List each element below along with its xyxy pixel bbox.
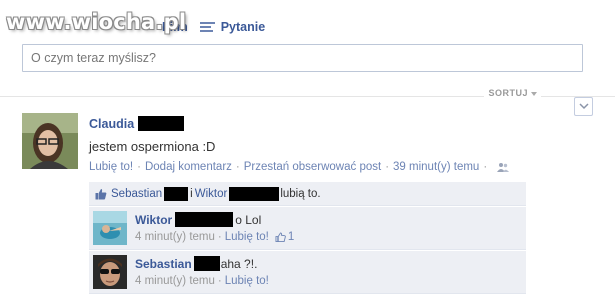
post-author: Claudia bbox=[89, 116, 185, 131]
thumbs-up-icon bbox=[95, 188, 107, 199]
comment-timestamp[interactable]: 4 minut(y) temu bbox=[135, 275, 215, 287]
redaction-block bbox=[138, 116, 185, 131]
post-text: jestem ospermiona :D bbox=[89, 139, 216, 154]
redaction-block bbox=[229, 186, 280, 201]
avatar-photo bbox=[93, 211, 127, 245]
comment-text: o Lol bbox=[235, 212, 262, 227]
comment-header: Sebastian aha ?!. bbox=[135, 256, 257, 271]
comments-area: Sebastian i Wiktor lubią to. Wiktor o Lo… bbox=[89, 182, 526, 294]
redaction-block bbox=[175, 212, 234, 227]
post-options-button[interactable] bbox=[574, 97, 593, 116]
comment-like-link[interactable]: Lubię to! bbox=[225, 231, 269, 243]
comment-meta: 4 minut(y) temu · Lubię to! bbox=[135, 275, 269, 287]
comment-like-count: 1 bbox=[287, 231, 295, 243]
likes-suffix: lubią to. bbox=[280, 187, 321, 200]
commenter-name[interactable]: Sebastian bbox=[135, 257, 192, 271]
post-actions: Lubię to! · Dodaj komentarz · Przestań o… bbox=[89, 161, 510, 173]
liker-name-1[interactable]: Sebastian bbox=[111, 188, 162, 200]
sort-caret-icon bbox=[531, 91, 537, 96]
add-comment-link[interactable]: Dodaj komentarz bbox=[145, 161, 232, 173]
comment-header: Wiktor o Lol bbox=[135, 212, 261, 227]
commenter-name[interactable]: Wiktor bbox=[135, 213, 172, 227]
comment-item: Wiktor o Lol 4 minut(y) temu · Lubię to!… bbox=[89, 206, 526, 250]
commenter-avatar[interactable] bbox=[93, 211, 127, 245]
comment-like-link[interactable]: Lubię to! bbox=[225, 275, 269, 287]
post-author-avatar[interactable] bbox=[22, 113, 78, 169]
separator: · bbox=[385, 161, 390, 173]
sort-button[interactable]: SORTUJ bbox=[484, 88, 541, 98]
avatar-photo bbox=[93, 255, 127, 289]
separator: · bbox=[217, 275, 222, 287]
separator: · bbox=[137, 161, 141, 173]
status-input[interactable]: O czym teraz myślisz? bbox=[22, 44, 583, 72]
liker-name-2[interactable]: Wiktor bbox=[195, 188, 228, 200]
post-author-name[interactable]: Claudia bbox=[89, 117, 134, 131]
comment-like-count-button[interactable]: 1 bbox=[275, 231, 294, 243]
sort-label: SORTUJ bbox=[488, 88, 528, 98]
separator: · bbox=[483, 161, 488, 173]
question-tab-label: Pytanie bbox=[220, 20, 266, 34]
comment-meta: 4 minut(y) temu · Lubię to! 1 bbox=[135, 231, 294, 243]
people-icon[interactable] bbox=[497, 162, 510, 172]
commenter-avatar[interactable] bbox=[93, 255, 127, 289]
separator: · bbox=[235, 161, 240, 173]
comment-item: Sebastian aha ?!. 4 minut(y) temu · Lubi… bbox=[89, 250, 526, 294]
comment-text: aha ?!. bbox=[220, 256, 258, 271]
question-list-icon bbox=[199, 21, 215, 34]
watermark-logo: www.wiocha.pl bbox=[6, 10, 187, 34]
chevron-down-icon bbox=[578, 103, 589, 110]
likes-and: i bbox=[190, 187, 193, 200]
comment-timestamp[interactable]: 4 minut(y) temu bbox=[135, 231, 215, 243]
thumbs-up-icon bbox=[275, 232, 286, 242]
post-timestamp[interactable]: 39 minut(y) temu bbox=[393, 161, 479, 173]
redaction-block bbox=[164, 186, 189, 201]
like-link[interactable]: Lubię to! bbox=[89, 161, 133, 173]
tab-question[interactable]: Pytanie bbox=[199, 20, 266, 34]
unfollow-post-link[interactable]: Przestań obserwować post bbox=[244, 161, 381, 173]
separator: · bbox=[217, 231, 222, 243]
avatar-photo bbox=[22, 113, 78, 169]
redaction-block bbox=[193, 256, 220, 271]
likes-summary: Sebastian i Wiktor lubią to. bbox=[89, 182, 526, 206]
